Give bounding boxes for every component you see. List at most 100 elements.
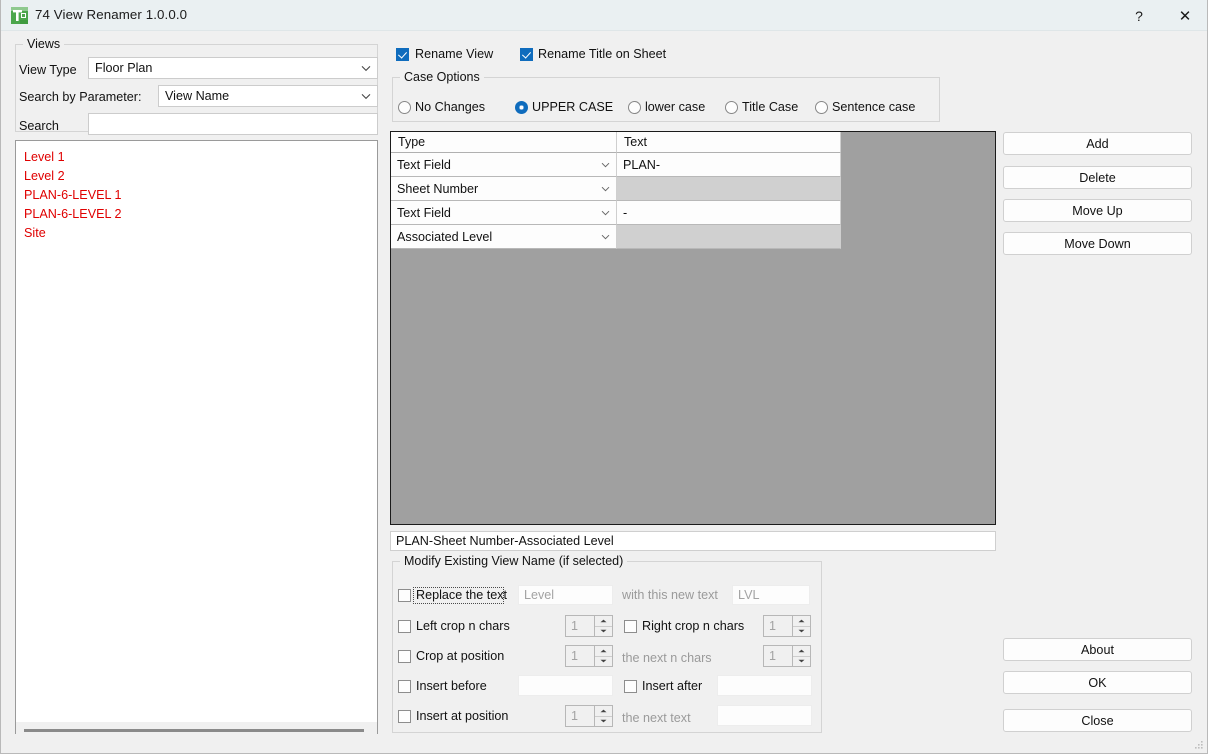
- search-by-parameter-label: Search by Parameter:: [19, 90, 142, 104]
- chevron-down-icon[interactable]: [594, 210, 616, 216]
- stepper-buttons[interactable]: [594, 616, 612, 636]
- crop-at-position-stepper[interactable]: 1: [565, 645, 613, 667]
- case-options-title: Case Options: [400, 70, 484, 84]
- stepper-up-icon[interactable]: [595, 646, 612, 657]
- focus-rectangle: [413, 587, 504, 604]
- insert-after-input[interactable]: [717, 675, 812, 696]
- grid-cell-type[interactable]: Text Field: [391, 201, 617, 225]
- crop-at-position-value[interactable]: 1: [566, 646, 594, 666]
- search-input[interactable]: [88, 113, 378, 135]
- resize-grip-icon[interactable]: [1192, 739, 1204, 751]
- left-crop-label: Left crop n chars: [416, 619, 510, 633]
- search-by-parameter-value: View Name: [159, 89, 355, 103]
- grid-cell-type[interactable]: Associated Level: [391, 225, 617, 249]
- insert-at-position-text-input[interactable]: [717, 705, 812, 726]
- list-item[interactable]: PLAN-6-LEVEL 1: [16, 186, 377, 205]
- chevron-down-icon[interactable]: [594, 186, 616, 192]
- chevron-down-icon[interactable]: [594, 234, 616, 240]
- grid-header-type[interactable]: Type: [391, 132, 617, 153]
- crop-next-n-chars-value[interactable]: 1: [764, 646, 792, 666]
- grid-cell-text[interactable]: -: [617, 201, 841, 225]
- search-label: Search: [19, 119, 59, 133]
- stepper-buttons[interactable]: [792, 616, 810, 636]
- right-crop-stepper[interactable]: 1: [763, 615, 811, 637]
- insert-after-checkbox[interactable]: [624, 680, 637, 693]
- stepper-up-icon[interactable]: [595, 616, 612, 627]
- rename-view-checkbox[interactable]: [396, 48, 409, 61]
- rename-title-on-sheet-checkbox[interactable]: [520, 48, 533, 61]
- insert-before-input[interactable]: [518, 675, 613, 696]
- left-crop-checkbox[interactable]: [398, 620, 411, 633]
- view-type-value: Floor Plan: [89, 61, 355, 75]
- list-item[interactable]: Level 2: [16, 167, 377, 186]
- close-button[interactable]: ✕: [1162, 0, 1208, 31]
- stepper-down-icon[interactable]: [793, 657, 810, 667]
- stepper-down-icon[interactable]: [793, 627, 810, 637]
- stepper-up-icon[interactable]: [793, 616, 810, 627]
- right-crop-label: Right crop n chars: [642, 619, 744, 633]
- about-button[interactable]: About: [1003, 638, 1192, 661]
- left-crop-stepper[interactable]: 1: [565, 615, 613, 637]
- delete-button[interactable]: Delete: [1003, 166, 1192, 189]
- replace-find-input[interactable]: Level: [518, 585, 613, 605]
- view-list[interactable]: Level 1 Level 2 PLAN-6-LEVEL 1 PLAN-6-LE…: [15, 140, 378, 734]
- replace-new-text-input[interactable]: LVL: [732, 585, 810, 605]
- view-type-label: View Type: [19, 63, 77, 77]
- app-icon: [11, 7, 28, 24]
- radio-lower-case-label: lower case: [645, 100, 705, 114]
- right-crop-checkbox[interactable]: [624, 620, 637, 633]
- insert-before-checkbox[interactable]: [398, 680, 411, 693]
- title-bar: 74 View Renamer 1.0.0.0 ? ✕: [1, 0, 1208, 31]
- insert-at-position-stepper[interactable]: 1: [565, 705, 613, 727]
- grid-cell-text[interactable]: PLAN-: [617, 153, 841, 177]
- radio-sentence-case[interactable]: [815, 101, 828, 114]
- move-up-button[interactable]: Move Up: [1003, 199, 1192, 222]
- view-list-scroll-thumb[interactable]: [24, 729, 364, 732]
- radio-title-case[interactable]: [725, 101, 738, 114]
- stepper-up-icon[interactable]: [793, 646, 810, 657]
- view-type-combo[interactable]: Floor Plan: [88, 57, 378, 79]
- table-row[interactable]: Text Field PLAN-: [391, 153, 995, 177]
- close-dialog-button[interactable]: Close: [1003, 709, 1192, 732]
- stepper-down-icon[interactable]: [595, 717, 612, 727]
- left-crop-value[interactable]: 1: [566, 616, 594, 636]
- insert-at-position-checkbox[interactable]: [398, 710, 411, 723]
- ok-button[interactable]: OK: [1003, 671, 1192, 694]
- right-crop-value[interactable]: 1: [764, 616, 792, 636]
- grid-cell-type[interactable]: Sheet Number: [391, 177, 617, 201]
- stepper-buttons[interactable]: [594, 646, 612, 666]
- radio-no-changes[interactable]: [398, 101, 411, 114]
- replace-the-text-checkbox[interactable]: [398, 589, 411, 602]
- stepper-down-icon[interactable]: [595, 627, 612, 637]
- radio-lower-case[interactable]: [628, 101, 641, 114]
- table-row[interactable]: Text Field -: [391, 201, 995, 225]
- table-row[interactable]: Sheet Number: [391, 177, 995, 201]
- stepper-buttons[interactable]: [594, 706, 612, 726]
- app-window: 74 View Renamer 1.0.0.0 ? ✕ Views View T…: [0, 0, 1208, 754]
- radio-upper-case[interactable]: [515, 101, 528, 114]
- help-button[interactable]: ?: [1116, 0, 1162, 31]
- add-button[interactable]: Add: [1003, 132, 1192, 155]
- grid-header-text[interactable]: Text: [617, 132, 841, 153]
- insert-at-position-value[interactable]: 1: [566, 706, 594, 726]
- stepper-down-icon[interactable]: [595, 657, 612, 667]
- grid-cell-type[interactable]: Text Field: [391, 153, 617, 177]
- list-item[interactable]: Level 1: [16, 148, 377, 167]
- grid-cell-text[interactable]: [617, 177, 841, 201]
- crop-at-position-checkbox[interactable]: [398, 650, 411, 663]
- table-row[interactable]: Associated Level: [391, 225, 995, 249]
- move-down-button[interactable]: Move Down: [1003, 232, 1192, 255]
- stepper-buttons[interactable]: [792, 646, 810, 666]
- chevron-down-icon[interactable]: [594, 162, 616, 168]
- list-item[interactable]: PLAN-6-LEVEL 2: [16, 205, 377, 224]
- crop-next-n-chars-stepper[interactable]: 1: [763, 645, 811, 667]
- rename-rules-grid[interactable]: Type Text Text Field PLAN- Sheet Number: [390, 131, 996, 525]
- chevron-down-icon: [355, 93, 377, 100]
- help-icon: ?: [1135, 8, 1143, 24]
- list-item[interactable]: Site: [16, 224, 377, 243]
- grid-cell-text[interactable]: [617, 225, 841, 249]
- stepper-up-icon[interactable]: [595, 706, 612, 717]
- window-title: 74 View Renamer 1.0.0.0: [35, 7, 187, 22]
- ok-button-label: OK: [1088, 676, 1106, 690]
- search-by-parameter-combo[interactable]: View Name: [158, 85, 378, 107]
